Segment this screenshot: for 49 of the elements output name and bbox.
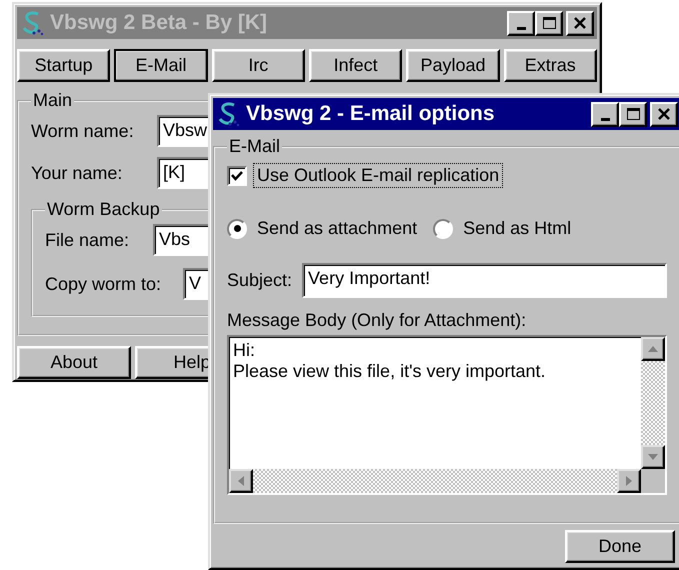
dialog-button[interactable]: About — [17, 346, 131, 379]
group-title: Main — [32, 90, 74, 111]
window-title: Vbswg 2 Beta - By [K] — [50, 11, 268, 35]
tab[interactable]: Extras — [504, 49, 597, 82]
group-title: Worm Backup — [46, 199, 161, 220]
radio-button[interactable] — [227, 218, 247, 238]
close-button[interactable] — [650, 102, 678, 126]
field-label: Worm name: — [31, 120, 135, 142]
minimize-button[interactable] — [591, 102, 619, 126]
message-field[interactable]: Hi: Please view this file, it's very important. — [227, 335, 667, 495]
field-label: Message Body (Only for Attachment): — [227, 310, 528, 331]
maximize-button[interactable] — [619, 102, 647, 126]
field-label: Copy worm to: — [45, 274, 162, 294]
checkbox[interactable] — [227, 166, 247, 186]
right-arrow-icon — [626, 476, 632, 486]
tab[interactable]: Irc — [212, 49, 305, 82]
field-label: Subject: — [227, 270, 292, 291]
horizontal-scrollbar[interactable] — [229, 469, 641, 493]
vertical-scrollbar[interactable] — [641, 337, 665, 469]
left-arrow-icon — [238, 476, 244, 486]
checkbox-label: Use Outlook E-mail replication — [255, 165, 502, 186]
down-arrow-icon — [648, 454, 658, 460]
dialog-button[interactable]: Done — [565, 530, 675, 563]
radio-button[interactable] — [433, 218, 454, 238]
squiggle-icon — [216, 101, 240, 127]
maximize-button[interactable] — [535, 10, 563, 36]
scroll-up-button[interactable] — [641, 337, 665, 361]
tab[interactable]: E-Mail — [114, 49, 208, 82]
group-title: E-Mail — [228, 136, 282, 157]
minimize-icon — [516, 26, 526, 30]
field-label: Your name: — [31, 162, 124, 184]
field-label: File name: — [45, 230, 130, 250]
scroll-down-button[interactable] — [641, 445, 665, 469]
tab[interactable]: Startup — [17, 49, 110, 82]
squiggle-icon — [20, 10, 44, 36]
check-icon — [231, 170, 243, 182]
close-button[interactable] — [566, 10, 594, 36]
tab[interactable]: Payload — [406, 49, 500, 82]
scroll-right-button[interactable] — [617, 469, 641, 493]
up-arrow-icon — [648, 346, 658, 352]
minimize-button[interactable] — [507, 10, 535, 36]
tab[interactable]: Infect — [308, 49, 402, 82]
subject-field[interactable]: Very Important! — [302, 263, 667, 298]
scrollbar-corner — [641, 469, 665, 493]
radio-label: Send as attachment — [257, 218, 418, 239]
scroll-left-button[interactable] — [229, 469, 253, 493]
minimize-icon — [600, 118, 610, 120]
radio-label: Send as Html — [463, 218, 572, 239]
window-title: Vbswg 2 - E-mail options — [246, 102, 496, 126]
